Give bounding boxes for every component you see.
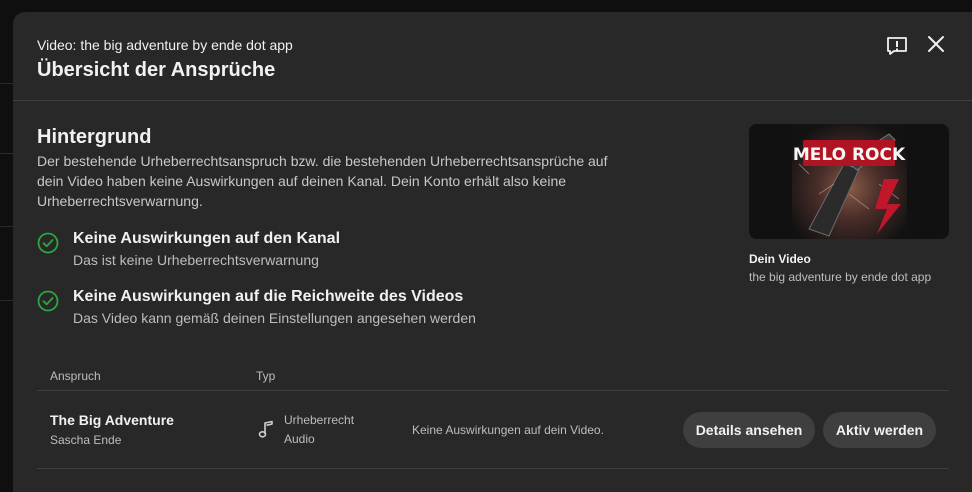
video-name: the big adventure by ende dot app	[749, 270, 932, 284]
column-header-claim: Anspruch	[50, 369, 101, 383]
claim-title: The Big Adventure	[50, 412, 174, 428]
feedback-button[interactable]	[883, 32, 911, 60]
details-button[interactable]: Details ansehen	[683, 412, 815, 448]
column-header-type: Typ	[256, 369, 276, 383]
take-action-button[interactable]: Aktiv werden	[823, 412, 936, 448]
video-thumbnail[interactable]: MELO ROCK	[749, 124, 949, 239]
check-circle-icon	[37, 290, 59, 312]
impact-title: Keine Auswirkungen auf den Kanal	[73, 230, 341, 247]
impact-description: Das Video kann gemäß deinen Einstellunge…	[73, 310, 476, 326]
table-row: The Big Adventure Sascha Ende Urheberrec…	[37, 390, 949, 469]
check-circle-icon	[37, 232, 59, 254]
impact-description: Das ist keine Urheberrechtsverwarnung	[73, 252, 319, 268]
background-divider	[0, 226, 14, 227]
claim-subtype: Audio	[284, 432, 315, 446]
close-icon	[928, 36, 944, 52]
close-button[interactable]	[922, 30, 950, 58]
section-description: Der bestehende Urheberrechtsanspruch bzw…	[37, 153, 608, 209]
claim-impact: Keine Auswirkungen auf dein Video.	[412, 423, 604, 437]
video-label: Dein Video	[749, 252, 811, 266]
thumbnail-artwork: MELO ROCK	[749, 124, 949, 239]
dialog-header: Video: the big adventure by ende dot app…	[13, 12, 972, 101]
dialog-title: Übersicht der Ansprüche	[37, 59, 276, 81]
feedback-icon	[887, 37, 907, 55]
background-divider	[0, 300, 14, 301]
impact-item: Keine Auswirkungen auf die Reichweite de…	[37, 288, 637, 332]
claims-table-header: Anspruch Typ	[37, 366, 949, 391]
music-note-icon	[258, 420, 273, 438]
claim-owner: Sascha Ende	[50, 433, 122, 447]
dialog-subtitle: Video: the big adventure by ende dot app	[37, 37, 293, 53]
thumbnail-text: MELO ROCK	[793, 145, 906, 165]
impact-title: Keine Auswirkungen auf die Reichweite de…	[73, 288, 464, 305]
section-title: Hintergrund	[37, 126, 152, 148]
background-divider	[0, 153, 14, 154]
claims-dialog: Video: the big adventure by ende dot app…	[13, 12, 972, 492]
impact-item: Keine Auswirkungen auf den Kanal Das ist…	[37, 230, 637, 274]
background-divider	[0, 83, 14, 84]
claim-type: Urheberrecht	[284, 413, 355, 427]
